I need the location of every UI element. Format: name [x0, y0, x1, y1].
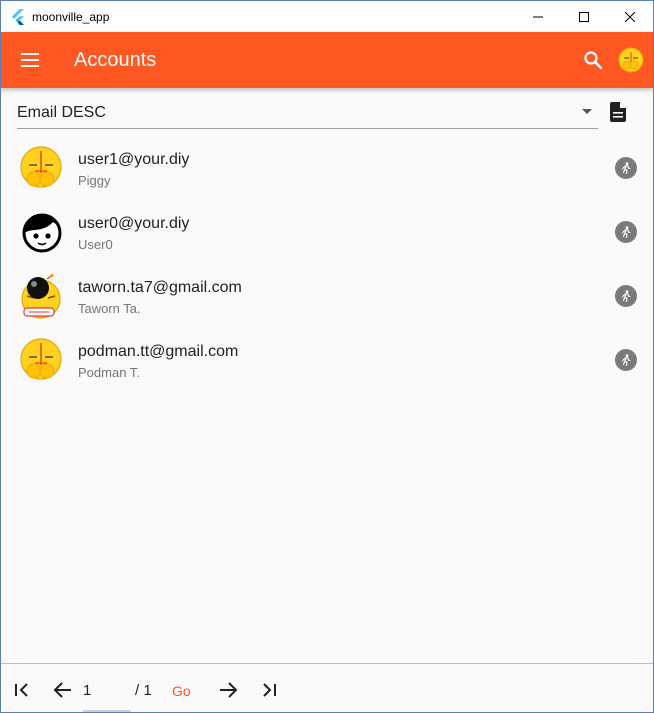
report-button[interactable]	[607, 100, 629, 124]
list-item[interactable]: taworn.ta7@gmail.com Taworn Ta.	[1, 265, 653, 329]
account-email: taworn.ta7@gmail.com	[78, 279, 242, 296]
running-person-icon	[621, 226, 631, 238]
last-page-icon	[263, 683, 276, 697]
arrow-left-icon	[53, 682, 71, 698]
sort-selected-value: Email DESC	[17, 103, 106, 121]
hamburger-menu-icon	[21, 53, 39, 67]
sort-dropdown[interactable]: Email DESC	[17, 97, 598, 129]
search-icon	[584, 51, 603, 70]
account-action-button[interactable]	[615, 349, 637, 371]
account-email: user1@your.diy	[78, 151, 190, 168]
window-title: moonville_app	[32, 9, 110, 24]
first-page-icon	[15, 683, 28, 697]
face-avatar	[22, 213, 62, 253]
pagination-bar: 1 / 1 Go	[1, 663, 653, 712]
minimize-button[interactable]	[515, 1, 561, 32]
maximize-button[interactable]	[561, 1, 607, 32]
close-button[interactable]	[607, 1, 653, 32]
app-window: moonville_app Accounts Email DESC user1@…	[0, 0, 654, 713]
list-item[interactable]: user0@your.diy User0	[1, 201, 653, 265]
dropdown-arrow-icon	[582, 109, 592, 114]
app-bar: Accounts	[1, 32, 653, 88]
list-item[interactable]: podman.tt@gmail.com Podman T.	[1, 329, 653, 393]
first-page-button[interactable]	[10, 678, 34, 702]
minimize-icon	[533, 16, 543, 17]
page-title: Accounts	[74, 48, 157, 71]
running-person-icon	[621, 354, 631, 366]
window-controls	[515, 1, 653, 32]
account-action-button[interactable]	[615, 221, 637, 243]
account-name: Podman T.	[78, 365, 140, 380]
account-name: User0	[78, 237, 113, 252]
bomb-emoji-avatar	[21, 273, 61, 319]
account-action-button[interactable]	[615, 157, 637, 179]
running-person-icon	[621, 290, 631, 302]
running-person-icon	[621, 162, 631, 174]
account-name: Taworn Ta.	[78, 301, 141, 316]
window-titlebar: moonville_app	[1, 1, 653, 32]
last-page-button[interactable]	[257, 678, 281, 702]
page-number-input[interactable]: 1	[83, 682, 131, 712]
accounts-list: user1@your.diy Piggy user0@your.diy User…	[1, 137, 653, 393]
document-icon	[610, 102, 626, 122]
search-button[interactable]	[573, 40, 613, 80]
close-icon	[625, 11, 635, 22]
account-action-button[interactable]	[615, 285, 637, 307]
flutter-logo-icon	[11, 8, 24, 25]
arrow-right-icon	[220, 682, 238, 698]
go-button[interactable]: Go	[172, 683, 191, 699]
smiley-emoji-avatar	[20, 146, 62, 188]
next-page-button[interactable]	[217, 678, 241, 702]
list-item[interactable]: user1@your.diy Piggy	[1, 137, 653, 201]
account-name: Piggy	[78, 173, 111, 188]
account-email: user0@your.diy	[78, 215, 190, 232]
account-email: podman.tt@gmail.com	[78, 343, 239, 360]
menu-button[interactable]	[2, 32, 58, 88]
profile-avatar-button[interactable]	[617, 46, 645, 74]
previous-page-button[interactable]	[50, 678, 74, 702]
maximize-icon	[579, 11, 589, 22]
smiley-emoji-avatar	[20, 338, 62, 380]
page-total: / 1	[135, 682, 152, 699]
